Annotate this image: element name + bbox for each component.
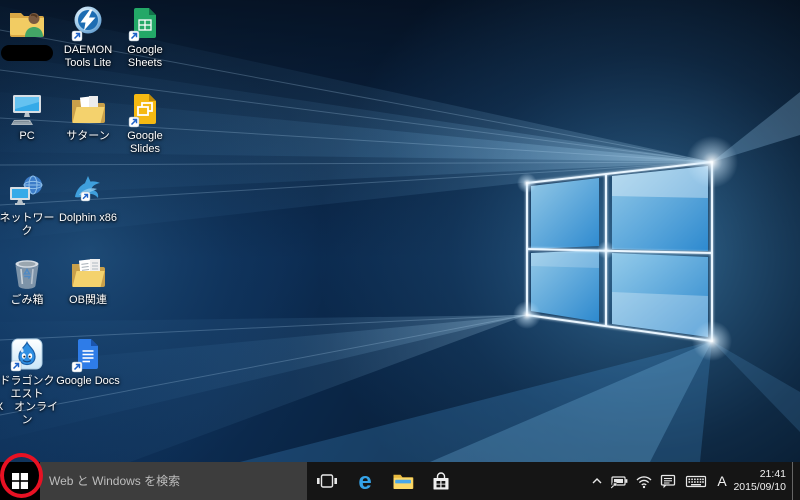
- icon-label: DAEMON Tools Lite: [64, 44, 112, 70]
- icon-label: ネットワーク: [0, 212, 59, 238]
- taskbar-clock[interactable]: 21:41 2015/09/10: [730, 462, 786, 500]
- wifi-status[interactable]: [632, 462, 656, 500]
- desktop-icon-dolphin-x86[interactable]: Dolphin x86: [56, 174, 120, 225]
- action-center-icon: [659, 473, 677, 490]
- desktop-icon-ob-folder[interactable]: OB関連: [56, 256, 120, 307]
- windows10-desktop: DAEMON Tools Lite Google Sheets: [0, 0, 800, 500]
- user-folder-icon: [7, 6, 47, 42]
- folder-documents-icon: [69, 256, 107, 292]
- edge-button[interactable]: e: [346, 462, 384, 500]
- icon-label: Google Sheets: [127, 44, 162, 70]
- desktop-icon-network[interactable]: ネットワーク: [0, 174, 59, 238]
- desktop-icon-google-sheets[interactable]: Google Sheets: [113, 6, 177, 70]
- svg-text:e: e: [358, 468, 371, 494]
- windows-logo-icon: [12, 473, 28, 489]
- daemon-tools-icon: [71, 6, 105, 42]
- desktop-icon-pc[interactable]: PC: [0, 92, 59, 143]
- shortcut-arrow-overlay: [72, 362, 82, 372]
- icon-label: Google Docs: [56, 375, 120, 388]
- pc-icon: [8, 92, 46, 128]
- shortcut-arrow-overlay: [81, 192, 90, 201]
- icon-label: サターン: [66, 130, 109, 143]
- icon-label: PC: [19, 130, 34, 143]
- desktop-icon-daemon-tools-lite[interactable]: DAEMON Tools Lite: [56, 6, 120, 70]
- battery-charging-icon: [610, 473, 630, 489]
- google-slides-icon: [128, 92, 162, 128]
- recycle-bin-icon: [9, 256, 45, 292]
- start-button[interactable]: [0, 462, 40, 500]
- task-view-icon: [315, 469, 339, 493]
- dolphin-icon: [71, 174, 105, 210]
- desktop-icon-google-slides[interactable]: Google Slides: [113, 92, 177, 156]
- task-view-button[interactable]: [308, 462, 346, 500]
- folder-icon: [69, 92, 107, 128]
- ime-mode-letter: A: [717, 473, 726, 489]
- shortcut-arrow-overlay: [129, 31, 139, 41]
- shortcut-arrow-overlay: [72, 31, 82, 41]
- desktop-icon-recycle-bin[interactable]: ごみ箱: [0, 256, 59, 307]
- wifi-icon: [635, 474, 653, 489]
- desktop-icon-dragon-quest-x[interactable]: ドラゴンクエスト X オンライン: [0, 337, 59, 427]
- taskbar-search-box: [40, 462, 307, 500]
- file-explorer-icon: [391, 469, 415, 493]
- censored-username-label: [1, 45, 53, 61]
- clock-date: 2015/09/10: [733, 481, 786, 494]
- battery-status[interactable]: [608, 462, 632, 500]
- windows-store-button[interactable]: [422, 462, 460, 500]
- clock-time: 21:41: [760, 468, 786, 481]
- tray-expand-button[interactable]: [588, 462, 606, 500]
- icon-label: ごみ箱: [11, 294, 44, 307]
- shortcut-arrow-overlay: [11, 361, 21, 371]
- search-input[interactable]: [40, 462, 307, 500]
- file-explorer-button[interactable]: [384, 462, 422, 500]
- taskbar: e: [0, 462, 800, 500]
- ime-mode-indicator[interactable]: A: [712, 462, 732, 500]
- dragon-quest-slime-icon: [9, 337, 45, 373]
- action-center-button[interactable]: [656, 462, 680, 500]
- touch-keyboard-icon: [685, 474, 707, 489]
- icon-label: OB関連: [69, 294, 107, 307]
- touch-keyboard-button[interactable]: [682, 462, 710, 500]
- desktop-icon-user-folder[interactable]: [0, 6, 59, 61]
- google-docs-icon: [71, 337, 105, 373]
- desktop-icon-google-docs[interactable]: Google Docs: [56, 337, 120, 388]
- show-desktop-button[interactable]: [792, 462, 800, 500]
- shortcut-arrow-overlay: [129, 117, 139, 127]
- windows-store-icon: [429, 469, 453, 493]
- icon-label: Google Slides: [127, 130, 162, 156]
- network-icon: [8, 174, 46, 210]
- google-sheets-icon: [128, 6, 162, 42]
- icon-label: Dolphin x86: [59, 212, 117, 225]
- chevron-up-icon: [591, 475, 603, 487]
- desktop-icon-saturn-folder[interactable]: サターン: [56, 92, 120, 143]
- edge-icon: e: [352, 468, 378, 494]
- icon-label: ドラゴンクエスト X オンライン: [0, 375, 59, 427]
